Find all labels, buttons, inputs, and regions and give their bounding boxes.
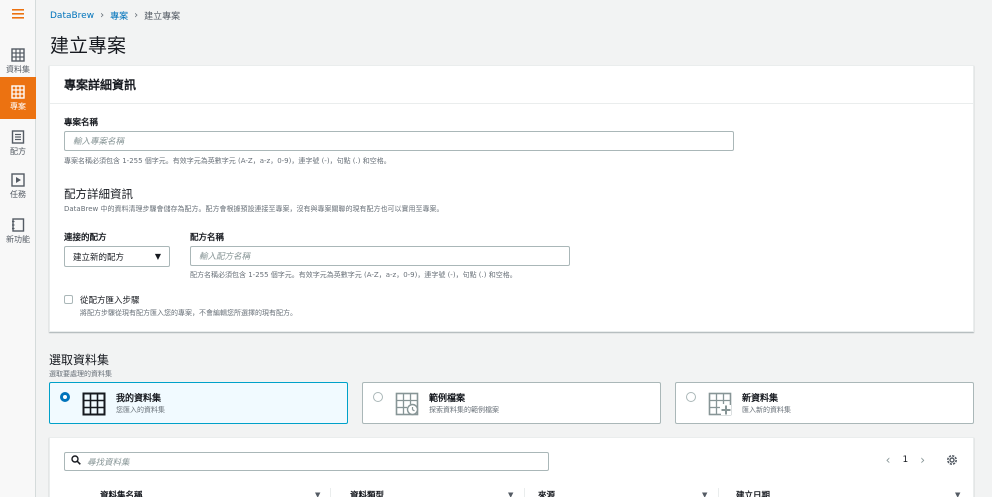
radio-unselected[interactable] — [373, 392, 383, 402]
breadcrumb-link-projects[interactable]: 專案 — [110, 9, 128, 22]
sort-icon[interactable]: ▼ — [702, 491, 707, 497]
select-dataset-heading: 選取資料集 — [49, 353, 110, 367]
caret-down-icon: ▼ — [154, 252, 161, 261]
table-icon — [11, 47, 25, 62]
page-scrollbar[interactable] — [986, 0, 992, 497]
project-name-input[interactable]: 輸入專案名稱 — [64, 131, 734, 151]
option-title: 我的資料集 — [116, 394, 162, 404]
side-navigation: 資料集 專案 配方 任務 新功能 — [0, 0, 36, 497]
search-placeholder: 尋找資料集 — [87, 457, 130, 468]
attached-recipe-label: 連接的配方 — [64, 233, 107, 243]
gear-icon[interactable] — [945, 452, 959, 466]
project-name-label: 專案名稱 — [64, 118, 99, 128]
import-recipe-label: 從配方匯入步驟 — [80, 296, 140, 306]
import-recipe-checkbox[interactable] — [64, 295, 73, 304]
project-grid-icon — [11, 84, 25, 99]
chevron-left-icon[interactable]: ‹ — [886, 453, 891, 467]
chevron-right-icon[interactable]: › — [920, 453, 925, 467]
sample-table-icon — [395, 392, 419, 416]
chevron-right-icon: › — [100, 10, 105, 21]
recipe-name-hint: 配方名稱必須包含 1-255 個字元。有效字元為英數字元 (A-Z，a-z，0-… — [190, 271, 517, 279]
nav-item-projects[interactable]: 專案 — [0, 77, 36, 119]
breadcrumb-link-databrew[interactable]: DataBrew — [50, 11, 94, 21]
nav-item-recipes[interactable]: 配方 — [0, 122, 36, 164]
project-name-hint: 專案名稱必須包含 1-255 個字元。有效字元為英數字元 (A-Z，a-z，0-… — [64, 157, 391, 165]
page-title: 建立專案 — [50, 35, 127, 57]
column-header-created[interactable]: 建立日期 — [736, 489, 770, 497]
sort-icon[interactable]: ▼ — [508, 491, 513, 497]
add-table-icon — [708, 392, 732, 416]
project-details-panel: 專案詳細資訊 專案名稱 輸入專案名稱 專案名稱必須包含 1-255 個字元。有效… — [49, 65, 974, 332]
nav-item-whats-new[interactable]: 新功能 — [0, 210, 36, 252]
notebook-icon — [11, 217, 25, 232]
breadcrumb: DataBrew › 專案 › 建立專案 — [50, 9, 180, 22]
radio-selected[interactable] — [60, 392, 70, 402]
column-header-type[interactable]: 資料類型 — [350, 489, 384, 497]
column-divider — [718, 488, 719, 497]
attached-recipe-value: 建立新的配方 — [73, 252, 125, 263]
pagination: ‹ 1 › — [886, 453, 925, 467]
nav-item-label: 專案 — [10, 101, 26, 111]
recipe-icon — [11, 129, 25, 144]
recipe-name-input[interactable]: 輸入配方名稱 — [190, 246, 570, 266]
search-icon — [71, 455, 81, 468]
option-title: 範例檔案 — [429, 394, 466, 404]
page-number[interactable]: 1 — [902, 455, 908, 465]
dataset-search-input[interactable]: 尋找資料集 — [64, 452, 549, 471]
column-header-name[interactable]: 資料集名稱 — [100, 489, 143, 497]
dataset-option-my-datasets[interactable]: 我的資料集 您匯入的資料集 — [49, 382, 348, 424]
recipe-name-label: 配方名稱 — [190, 233, 225, 243]
select-dataset-desc: 選取要處理的資料集 — [49, 370, 112, 378]
play-icon — [11, 172, 25, 187]
nav-item-label: 新功能 — [6, 234, 30, 244]
attached-recipe-select[interactable]: 建立新的配方 ▼ — [64, 246, 170, 267]
sort-icon[interactable]: ▼ — [315, 491, 320, 497]
column-header-source[interactable]: 來源 — [538, 489, 555, 497]
nav-item-label: 配方 — [10, 146, 26, 156]
column-divider — [330, 488, 331, 497]
column-divider — [524, 488, 525, 497]
option-title: 新資料集 — [742, 394, 779, 404]
recipe-details-heading: 配方詳細資訊 — [64, 187, 133, 201]
option-desc: 匯入新的資料集 — [742, 406, 791, 414]
panel-header: 專案詳細資訊 — [50, 66, 973, 104]
option-desc: 探索資料集的範例檔案 — [429, 406, 499, 414]
nav-item-label: 資料集 — [6, 64, 30, 74]
dataset-option-sample-files[interactable]: 範例檔案 探索資料集的範例檔案 — [362, 382, 661, 424]
sort-icon[interactable]: ▼ — [955, 491, 960, 497]
nav-item-datasets[interactable]: 資料集 — [0, 40, 36, 82]
table-icon — [82, 392, 106, 416]
menu-icon[interactable] — [0, 0, 36, 28]
recipe-details-desc: DataBrew 中的資料清理步驟會儲存為配方。配方會根據預設連接至專案，沒有與… — [64, 205, 444, 213]
import-recipe-desc: 將配方步驟從現有配方匯入您的專案，不會編輯您所選擇的現有配方。 — [80, 309, 297, 317]
radio-unselected[interactable] — [686, 392, 696, 402]
dataset-option-new-dataset[interactable]: 新資料集 匯入新的資料集 — [675, 382, 974, 424]
breadcrumb-current: 建立專案 — [144, 12, 181, 22]
chevron-right-icon: › — [134, 10, 139, 21]
nav-item-jobs[interactable]: 任務 — [0, 165, 36, 207]
option-desc: 您匯入的資料集 — [116, 406, 165, 414]
nav-item-label: 任務 — [10, 189, 26, 199]
dataset-table-panel: 尋找資料集 ‹ 1 › 資料集名稱 ▼ 資料類型 ▼ 來源 ▼ 建立日期 ▼ — [49, 437, 974, 497]
